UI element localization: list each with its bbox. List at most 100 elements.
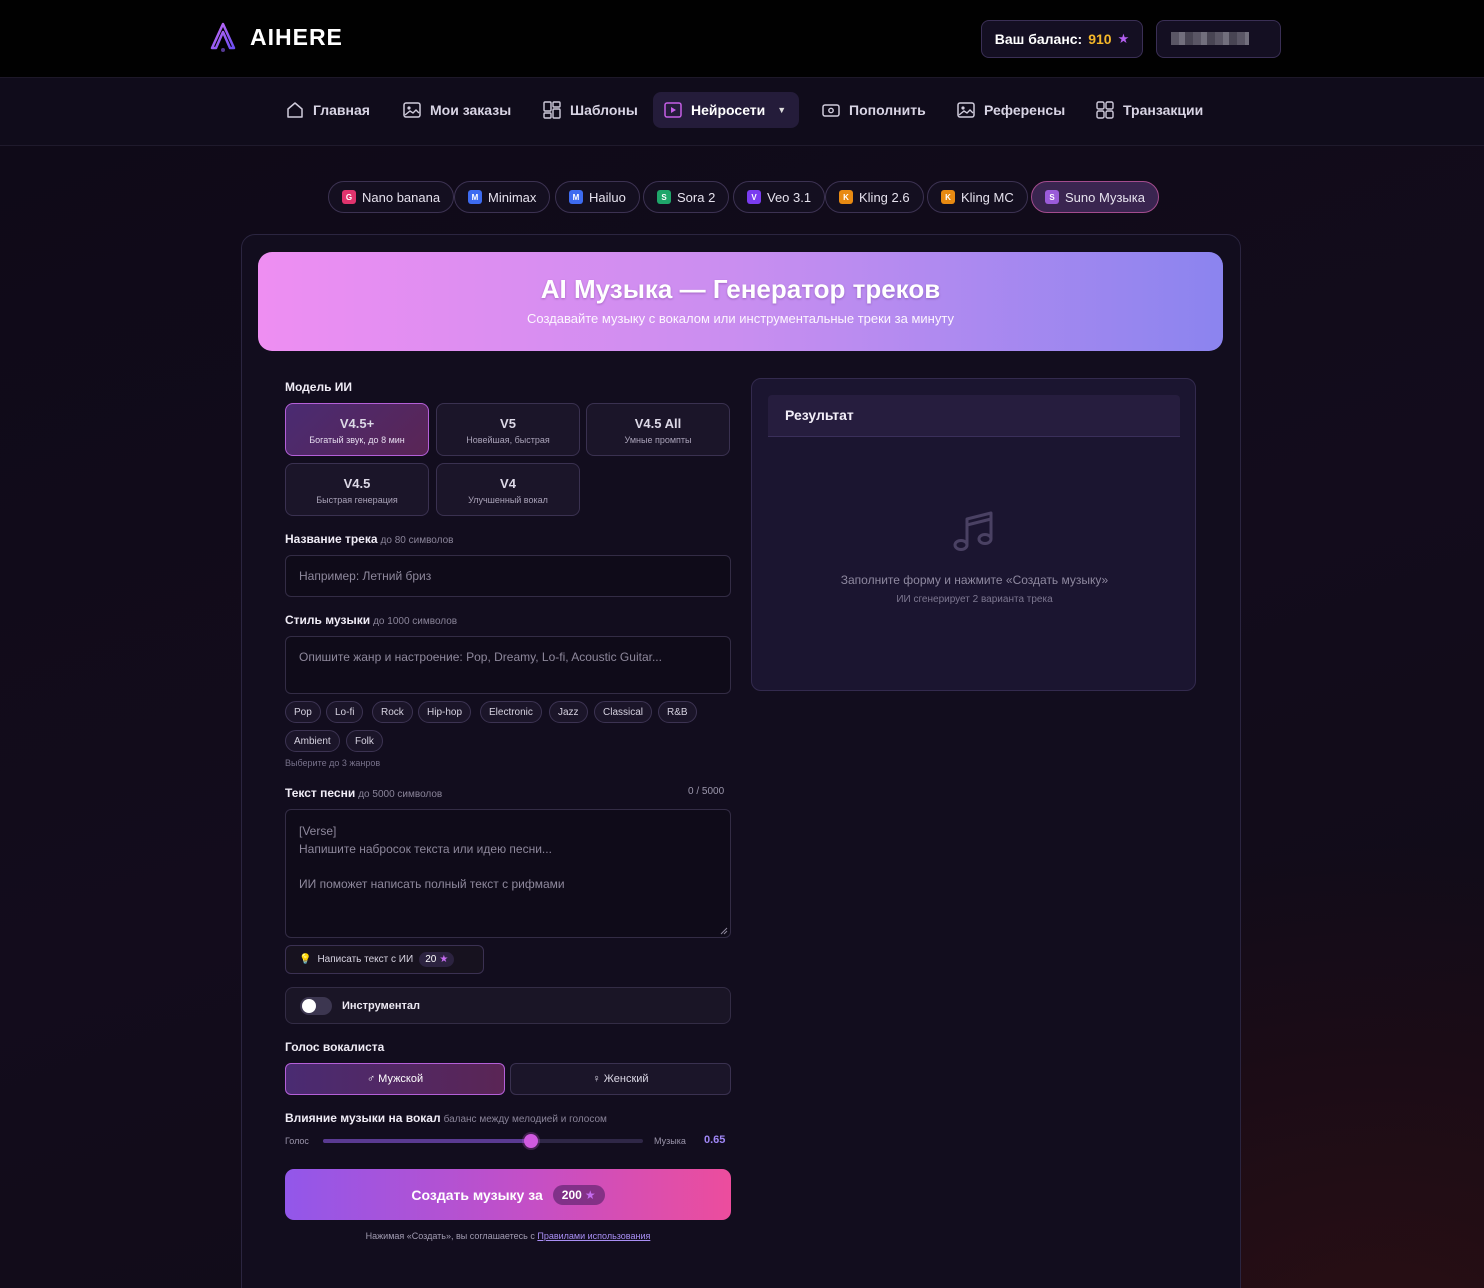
genre-tag-rock[interactable]: Rock: [372, 701, 413, 723]
track-name-placeholder: Например: Летний бриз: [299, 569, 432, 583]
nav-neural-label: Нейросети: [691, 102, 766, 118]
genre-tag-lofi[interactable]: Lo-fi: [326, 701, 364, 723]
model-chip-kling-mc[interactable]: K Kling MC: [927, 181, 1028, 213]
nav-topup[interactable]: Пополнить: [811, 92, 936, 128]
track-name-label-text: Название трека: [285, 532, 378, 546]
resize-handle-icon[interactable]: [720, 927, 728, 935]
model-chip-label: Sora 2: [677, 189, 716, 205]
model-chip-kling-26[interactable]: K Kling 2.6: [825, 181, 924, 213]
model-chip-suno[interactable]: S Suno Музыка: [1031, 181, 1159, 213]
style-input[interactable]: Опишите жанр и настроение: Pop, Dreamy, …: [285, 636, 731, 694]
model-hailuo-icon: M: [569, 190, 583, 204]
style-placeholder: Опишите жанр и настроение: Pop, Dreamy, …: [299, 650, 662, 664]
model-chip-label: Minimax: [488, 189, 537, 205]
lyrics-counter: 0 / 5000: [688, 786, 725, 797]
genre-tag-ambient[interactable]: Ambient: [285, 730, 340, 752]
user-name-blurred: [1171, 32, 1249, 45]
result-title: Результат: [768, 395, 1180, 437]
style-label: Стиль музыки до 1000 символов: [285, 613, 457, 627]
genre-tag-folk[interactable]: Folk: [346, 730, 383, 752]
nav-transactions-label: Транзакции: [1123, 102, 1204, 118]
ai-model-v45[interactable]: V4.5 Быстрая генерация: [285, 463, 429, 516]
lyrics-placeholder-line: ИИ поможет написать полный текст с рифма…: [299, 877, 565, 891]
terms-link[interactable]: Правилами использования: [537, 1231, 650, 1241]
ai-model-desc: Быстрая генерация: [316, 495, 398, 505]
top-bar: AIHERE Ваш баланс: 910 ★: [0, 0, 1484, 78]
model-minimax-icon: M: [468, 190, 482, 204]
model-chip-sora[interactable]: S Sora 2: [643, 181, 730, 213]
create-music-button[interactable]: Создать музыку за 200 ★: [285, 1169, 731, 1220]
nav-home-label: Главная: [313, 102, 370, 118]
genre-tag-hiphop[interactable]: Hip-hop: [418, 701, 472, 723]
ai-write-button[interactable]: 💡 Написать текст с ИИ 20 ★: [285, 945, 484, 974]
genre-tag-pop[interactable]: Pop: [285, 701, 321, 723]
grid-icon: [1096, 101, 1114, 119]
genre-tag-electronic[interactable]: Electronic: [480, 701, 542, 723]
create-music-label: Создать музыку за: [411, 1186, 543, 1203]
create-cost-value: 200: [561, 1187, 582, 1202]
model-chip-label: Veo 3.1: [767, 189, 812, 205]
balance-badge[interactable]: Ваш баланс: 910 ★: [981, 20, 1143, 58]
track-name-input[interactable]: Например: Летний бриз: [285, 555, 731, 597]
influence-slider[interactable]: [323, 1134, 643, 1148]
model-chip-nano-banana[interactable]: G Nano banana: [328, 181, 455, 213]
model-chip-label: Suno Музыка: [1065, 189, 1145, 205]
nav-transactions[interactable]: Транзакции: [1085, 92, 1213, 128]
model-kling-mc-icon: K: [941, 190, 955, 204]
lyrics-hint: до 5000 символов: [358, 789, 443, 800]
nav-templates[interactable]: Шаблоны: [532, 92, 648, 128]
nav-neural[interactable]: Нейросети ▼: [653, 92, 799, 128]
music-note-icon: [953, 511, 993, 551]
genre-tag-rnb[interactable]: R&B: [658, 701, 697, 723]
track-name-label: Название трека до 80 символов: [285, 532, 453, 546]
main-nav: Главная Мои заказы Шаблоны Нейросети ▼ П…: [0, 78, 1484, 146]
model-chip-minimax[interactable]: M Minimax: [454, 181, 551, 213]
nav-home[interactable]: Главная: [275, 92, 380, 128]
slider-left-label: Голос: [285, 1136, 309, 1146]
chevron-down-icon: ▼: [777, 105, 787, 115]
ai-model-desc: Улучшенный вокал: [468, 495, 548, 505]
ai-model-v45plus[interactable]: V4.5+ Богатый звук, до 8 мин: [285, 403, 429, 456]
instrumental-label: Инструментал: [342, 999, 420, 1012]
ai-model-title: V4.5 All: [634, 416, 682, 431]
logo-text: AIHERE: [250, 23, 343, 50]
lyrics-label: Текст песни до 5000 символов: [285, 786, 442, 800]
user-menu[interactable]: [1156, 20, 1281, 58]
image-icon: [403, 102, 421, 118]
logo[interactable]: AIHERE: [206, 20, 343, 54]
ai-model-desc: Новейшая, быстрая: [466, 435, 550, 445]
image-icon: [957, 102, 975, 118]
instrumental-toggle[interactable]: [300, 996, 332, 1015]
ai-model-desc: Богатый звук, до 8 мин: [309, 435, 405, 445]
ai-model-v45all[interactable]: V4.5 All Умные промпты: [586, 403, 730, 456]
model-kling-icon: K: [839, 190, 853, 204]
nav-orders[interactable]: Мои заказы: [392, 92, 521, 128]
genre-tag-jazz[interactable]: Jazz: [549, 701, 588, 723]
slider-value: 0.65: [704, 1134, 726, 1146]
style-hint: до 1000 символов: [373, 616, 458, 627]
ai-model-v5[interactable]: V5 Новейшая, быстрая: [436, 403, 580, 456]
ai-model-v4[interactable]: V4 Улучшенный вокал: [436, 463, 580, 516]
model-chip-label: Nano banana: [362, 189, 441, 205]
balance-value: 910: [1088, 31, 1112, 47]
voice-male-button[interactable]: ♂ Мужской: [285, 1063, 505, 1095]
lyrics-placeholder-line: Напишите набросок текста или идею песни.…: [299, 842, 552, 856]
model-chip-veo[interactable]: V Veo 3.1: [733, 181, 826, 213]
voice-female-button[interactable]: ♀ Женский: [510, 1063, 731, 1095]
model-chip-label: Kling 2.6: [859, 189, 910, 205]
model-chip-hailuo[interactable]: M Hailuo: [555, 181, 640, 213]
lyrics-textarea[interactable]: [Verse] Напишите набросок текста или иде…: [285, 809, 731, 938]
model-label: Модель ИИ: [285, 380, 353, 394]
home-icon: [287, 102, 303, 118]
instrumental-row: Инструментал: [285, 987, 731, 1024]
play-icon: [664, 102, 682, 118]
nav-templates-label: Шаблоны: [570, 102, 638, 118]
model-veo-icon: V: [747, 190, 761, 204]
nav-references[interactable]: Референсы: [946, 92, 1075, 128]
ai-model-title: V4: [500, 476, 516, 491]
slider-fill: [323, 1139, 531, 1143]
slider-thumb[interactable]: [524, 1134, 538, 1148]
ai-model-title: V4.5+: [339, 416, 375, 431]
model-suno-icon: S: [1045, 190, 1059, 204]
genre-tag-classical[interactable]: Classical: [594, 701, 653, 723]
